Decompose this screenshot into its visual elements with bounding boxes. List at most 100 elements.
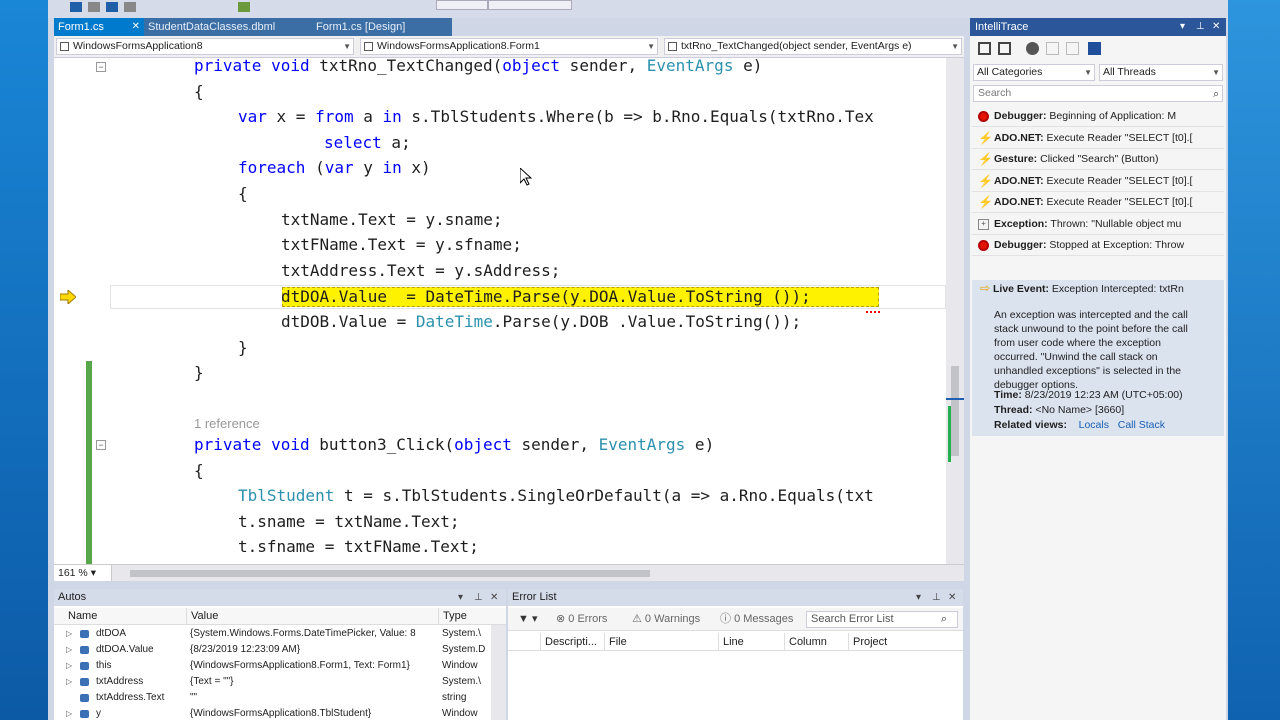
code-line: select a; bbox=[324, 133, 411, 153]
column-header-type[interactable]: Type bbox=[438, 608, 467, 625]
search-icon[interactable]: ⌕ bbox=[1213, 87, 1219, 102]
tab-close-icon[interactable]: ✕ bbox=[132, 18, 140, 36]
column-header-name[interactable]: Name bbox=[64, 608, 97, 625]
column-header-column[interactable]: Column bbox=[784, 633, 827, 651]
expand-icon[interactable]: ▷ bbox=[66, 674, 72, 690]
code-editor[interactable]: − − private void txtRno_TextChanged(obje… bbox=[54, 58, 964, 564]
close-icon[interactable]: ✕ bbox=[490, 589, 498, 606]
categories-dropdown[interactable]: All Categories ▼ bbox=[973, 64, 1095, 81]
intellitrace-event[interactable]: ⚡ ADO.NET: Execute Reader "SELECT [t0].[ bbox=[972, 171, 1224, 192]
member-dropdown[interactable]: txtRno_TextChanged(object sender, EventA… bbox=[664, 38, 962, 55]
tab-student-dbml[interactable]: StudentDataClasses.dbml bbox=[144, 18, 312, 36]
current-statement-arrow-icon bbox=[60, 290, 76, 304]
project-dropdown[interactable]: WindowsFormsApplication8 ▼ bbox=[56, 38, 354, 55]
autos-row[interactable]: ▷ dtDOA {System.Windows.Forms.DateTimePi… bbox=[54, 626, 506, 642]
save-icon[interactable] bbox=[1088, 42, 1101, 55]
variable-value: {WindowsFormsApplication8.TblStudent} bbox=[190, 708, 372, 719]
keyword: in bbox=[382, 158, 402, 177]
tab-form1-design[interactable]: Form1.cs [Design] bbox=[312, 18, 452, 36]
autos-scrollbar[interactable] bbox=[491, 625, 506, 720]
chevron-down-icon: ▼ bbox=[343, 42, 351, 51]
pin-icon[interactable]: ⊥ bbox=[932, 589, 941, 606]
column-header-file[interactable]: File bbox=[604, 633, 627, 651]
panel-menu-icon[interactable]: ▾ bbox=[1180, 18, 1185, 36]
column-header-value[interactable]: Value bbox=[186, 608, 218, 625]
error-list-column-headers: Descripti... File Line Column Project bbox=[508, 633, 963, 651]
calls-view-icon[interactable] bbox=[998, 42, 1011, 55]
platform-combo[interactable] bbox=[488, 0, 572, 10]
selected-event-detail[interactable]: ⇨ Live Event: Exception Intercepted: txt… bbox=[972, 280, 1224, 436]
expand-icon[interactable]: ▷ bbox=[66, 658, 72, 674]
code-text: a; bbox=[381, 133, 411, 152]
call-stack-link[interactable]: Call Stack bbox=[1118, 419, 1165, 431]
editor-vertical-scrollbar[interactable] bbox=[946, 58, 964, 564]
scrollbar-thumb[interactable] bbox=[130, 570, 650, 577]
threads-dropdown[interactable]: All Threads ▼ bbox=[1099, 64, 1223, 81]
intellitrace-event[interactable]: ⚡ ADO.NET: Execute Reader "SELECT [t0].[ bbox=[972, 192, 1224, 213]
panel-menu-icon[interactable]: ▾ bbox=[916, 589, 921, 606]
column-header-description[interactable]: Descripti... bbox=[540, 633, 597, 651]
column-header-project[interactable]: Project bbox=[848, 633, 887, 651]
chevron-down-icon: ▼ bbox=[1084, 68, 1092, 77]
tab-label: Form1.cs [Design] bbox=[316, 21, 406, 33]
intellitrace-event[interactable]: ⚡ ADO.NET: Execute Reader "SELECT [t0].[ bbox=[972, 128, 1224, 149]
class-dropdown-value: WindowsFormsApplication8.Form1 bbox=[377, 40, 540, 52]
editor-horizontal-scrollbar[interactable]: 161 % ▾ bbox=[54, 564, 964, 581]
event-text: Execute Reader "SELECT [t0].[ bbox=[1043, 196, 1193, 208]
mouse-cursor-icon bbox=[520, 168, 532, 186]
events-view-icon[interactable] bbox=[978, 42, 991, 55]
autos-row[interactable]: ▷ txtAddress {Text = ""} System.\ bbox=[54, 674, 506, 690]
open-icon[interactable] bbox=[88, 2, 100, 12]
save-icon[interactable] bbox=[106, 2, 118, 12]
expand-icon[interactable]: ▷ bbox=[66, 642, 72, 658]
zoom-dropdown[interactable]: 161 % ▾ bbox=[54, 565, 112, 581]
code-line: t.sfname = txtFName.Text; bbox=[238, 537, 479, 556]
expand-icon[interactable]: ▷ bbox=[66, 706, 72, 720]
collapse-region-icon[interactable]: − bbox=[96, 62, 106, 72]
variable-name: y bbox=[96, 708, 101, 719]
filter-icon[interactable]: ▼ ▾ bbox=[518, 608, 537, 631]
close-icon[interactable]: ✕ bbox=[1212, 18, 1220, 36]
code-line: dtDOB.Value = DateTime.Parse(y.DOB .Valu… bbox=[281, 312, 801, 332]
class-dropdown[interactable]: WindowsFormsApplication8.Form1 ▼ bbox=[360, 38, 658, 55]
new-project-icon[interactable] bbox=[70, 2, 82, 12]
config-combo[interactable] bbox=[436, 0, 488, 10]
intellitrace-event[interactable]: ⚡ Gesture: Clicked "Search" (Button) bbox=[972, 149, 1224, 170]
error-list-toolbar: ▼ ▾ ⊗ 0 Errors ⚠ 0 Warnings ⓘ 0 Messages… bbox=[508, 608, 963, 631]
autos-row[interactable]: ▷ this {WindowsFormsApplication8.Form1, … bbox=[54, 658, 506, 674]
tab-form1-cs[interactable]: Form1.cs ✕ bbox=[54, 18, 144, 36]
intellitrace-search-input[interactable]: Search ⌕ bbox=[973, 85, 1223, 102]
column-header-line[interactable]: Line bbox=[718, 633, 744, 651]
intellitrace-event[interactable]: Debugger: Stopped at Exception: Throw bbox=[972, 235, 1224, 256]
intellitrace-event[interactable]: Debugger: Beginning of Application: M bbox=[972, 106, 1224, 127]
locals-link[interactable]: Locals bbox=[1079, 419, 1109, 431]
gear-icon[interactable] bbox=[1026, 42, 1039, 55]
undo-icon[interactable] bbox=[124, 2, 136, 12]
breakpoint-stop-icon bbox=[978, 111, 989, 122]
expand-icon[interactable]: ▷ bbox=[66, 626, 72, 642]
keyword: private void bbox=[194, 58, 310, 75]
close-icon[interactable]: ✕ bbox=[948, 589, 956, 606]
pin-icon[interactable]: ⊥ bbox=[474, 589, 483, 606]
intellitrace-event[interactable]: + Exception: Thrown: "Nullable object mu bbox=[972, 214, 1224, 235]
go-live-icon[interactable] bbox=[1046, 42, 1059, 55]
meta-value: <No Name> [3660] bbox=[1032, 404, 1125, 416]
caret-position-marker bbox=[946, 398, 964, 400]
codelens-reference[interactable]: 1 reference bbox=[194, 414, 260, 434]
scrollbar-thumb[interactable] bbox=[951, 366, 959, 456]
keyword: object bbox=[502, 58, 561, 75]
error-list-search-input[interactable]: Search Error List ⌕ bbox=[806, 611, 958, 628]
collapse-region-icon[interactable]: − bbox=[96, 440, 106, 450]
errors-filter-button[interactable]: ⊗ 0 Errors bbox=[556, 608, 607, 631]
autos-row[interactable]: txtAddress.Text "" string bbox=[54, 690, 506, 706]
method-icon bbox=[668, 42, 677, 51]
messages-filter-button[interactable]: ⓘ 0 Messages bbox=[720, 608, 793, 631]
activate-icon[interactable] bbox=[1066, 42, 1079, 55]
panel-menu-icon[interactable]: ▾ bbox=[458, 589, 463, 606]
autos-row[interactable]: ▷ dtDOA.Value {8/23/2019 12:23:09 AM} Sy… bbox=[54, 642, 506, 658]
warnings-filter-button[interactable]: ⚠ 0 Warnings bbox=[632, 608, 700, 631]
continue-icon[interactable] bbox=[238, 2, 250, 12]
search-icon[interactable]: ⌕ bbox=[941, 612, 947, 627]
autos-row[interactable]: ▷ y {WindowsFormsApplication8.TblStudent… bbox=[54, 706, 506, 720]
pin-icon[interactable]: ⊥ bbox=[1196, 18, 1205, 36]
